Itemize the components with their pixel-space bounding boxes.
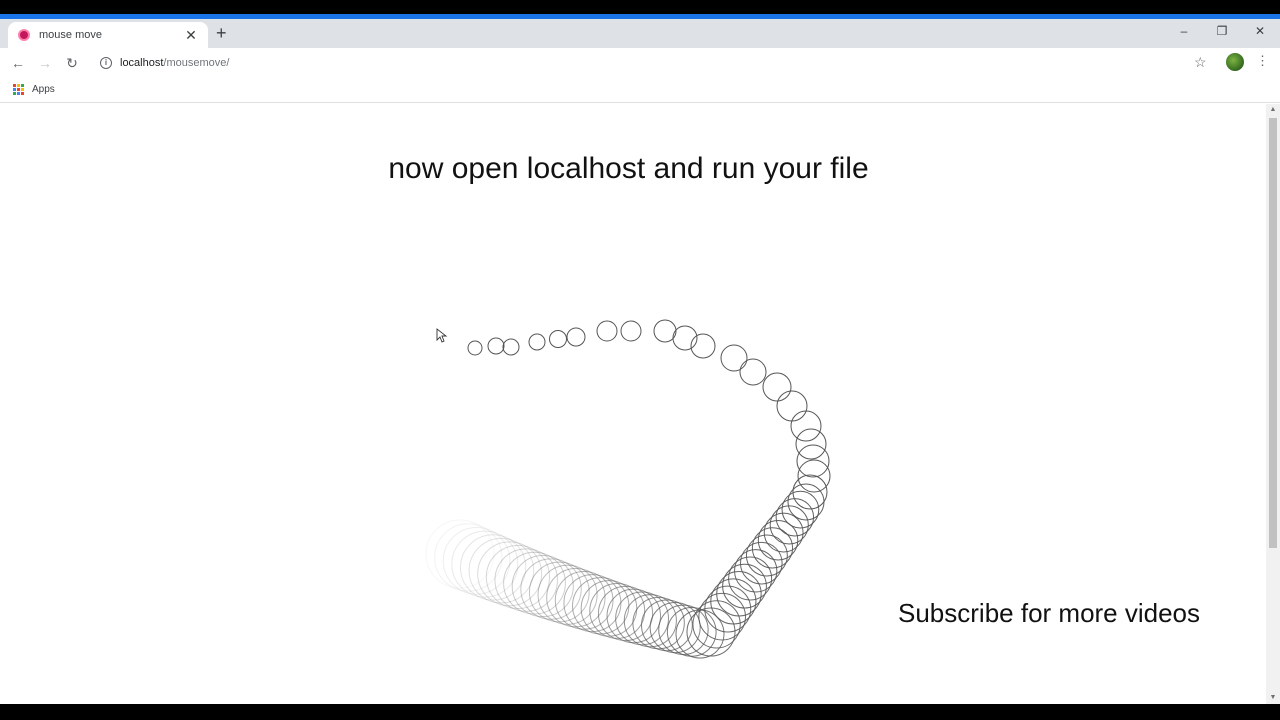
trail-circle: [528, 333, 546, 351]
trail-circle: [620, 320, 642, 342]
scroll-down-arrow-icon[interactable]: ▼: [1269, 694, 1277, 701]
trail-circle: [502, 338, 520, 356]
browser-toolbar: ← → ↻ i localhost/mousemove/ ☆ ⋮: [0, 48, 1280, 78]
trail-circle: [468, 537, 535, 604]
url-host: localhost: [120, 57, 164, 69]
trail-circle: [596, 320, 618, 342]
tab-favicon-icon: [18, 29, 30, 41]
trail-circle: [739, 358, 767, 386]
trail-circle: [796, 444, 830, 478]
trail-circle: [566, 327, 586, 347]
profile-avatar[interactable]: [1226, 53, 1244, 71]
tab-title: mouse move: [39, 29, 102, 41]
tab-mouse-move[interactable]: mouse move ✕: [8, 22, 208, 48]
reload-button[interactable]: ↻: [63, 54, 81, 72]
bookmark-star-icon[interactable]: ☆: [1194, 54, 1207, 71]
screen-bottom-border: [0, 704, 1280, 720]
apps-bookmark-label[interactable]: Apps: [32, 84, 55, 95]
page-scrollbar[interactable]: ▲ ▼: [1266, 104, 1280, 704]
page-content[interactable]: now open localhost and run your file Sub…: [0, 104, 1266, 704]
site-info-icon[interactable]: i: [100, 57, 112, 69]
trail-circle: [549, 330, 567, 348]
bookmarks-bar: Apps: [0, 78, 1280, 103]
tab-close-icon[interactable]: ✕: [184, 28, 198, 42]
scrollbar-thumb[interactable]: [1269, 118, 1277, 548]
address-bar[interactable]: i localhost/mousemove/: [92, 51, 1222, 75]
trail-circle: [487, 337, 505, 355]
forward-button[interactable]: →: [36, 54, 54, 72]
new-tab-button[interactable]: +: [216, 24, 227, 42]
tab-strip: mouse move ✕ + – ❐ ✕: [0, 19, 1280, 48]
mouse-cursor-icon: [436, 328, 448, 343]
window-close-button[interactable]: ✕: [1248, 24, 1272, 38]
trail-circle: [425, 519, 495, 589]
minimize-button[interactable]: –: [1172, 24, 1196, 38]
subscribe-caption: Subscribe for more videos: [898, 598, 1201, 628]
trail-circle: [762, 372, 792, 402]
url-path: /mousemove/: [163, 57, 230, 69]
restore-button[interactable]: ❐: [1210, 24, 1234, 38]
trail-circle: [797, 459, 831, 493]
screen: mouse move ✕ + – ❐ ✕ ← → ↻ i localhost/m…: [0, 0, 1280, 720]
trail-circle: [776, 390, 808, 422]
scroll-up-arrow-icon[interactable]: ▲: [1269, 106, 1277, 113]
back-button[interactable]: ←: [9, 54, 27, 72]
trail-circle: [790, 410, 822, 442]
screen-top-border: [0, 0, 1280, 14]
trail-circle: [720, 344, 748, 372]
apps-grid-icon[interactable]: [13, 84, 24, 95]
trail-circle: [795, 428, 827, 460]
trail-circle: [434, 523, 503, 592]
trail-circle: [467, 340, 483, 356]
browser-menu-icon[interactable]: ⋮: [1256, 53, 1269, 69]
